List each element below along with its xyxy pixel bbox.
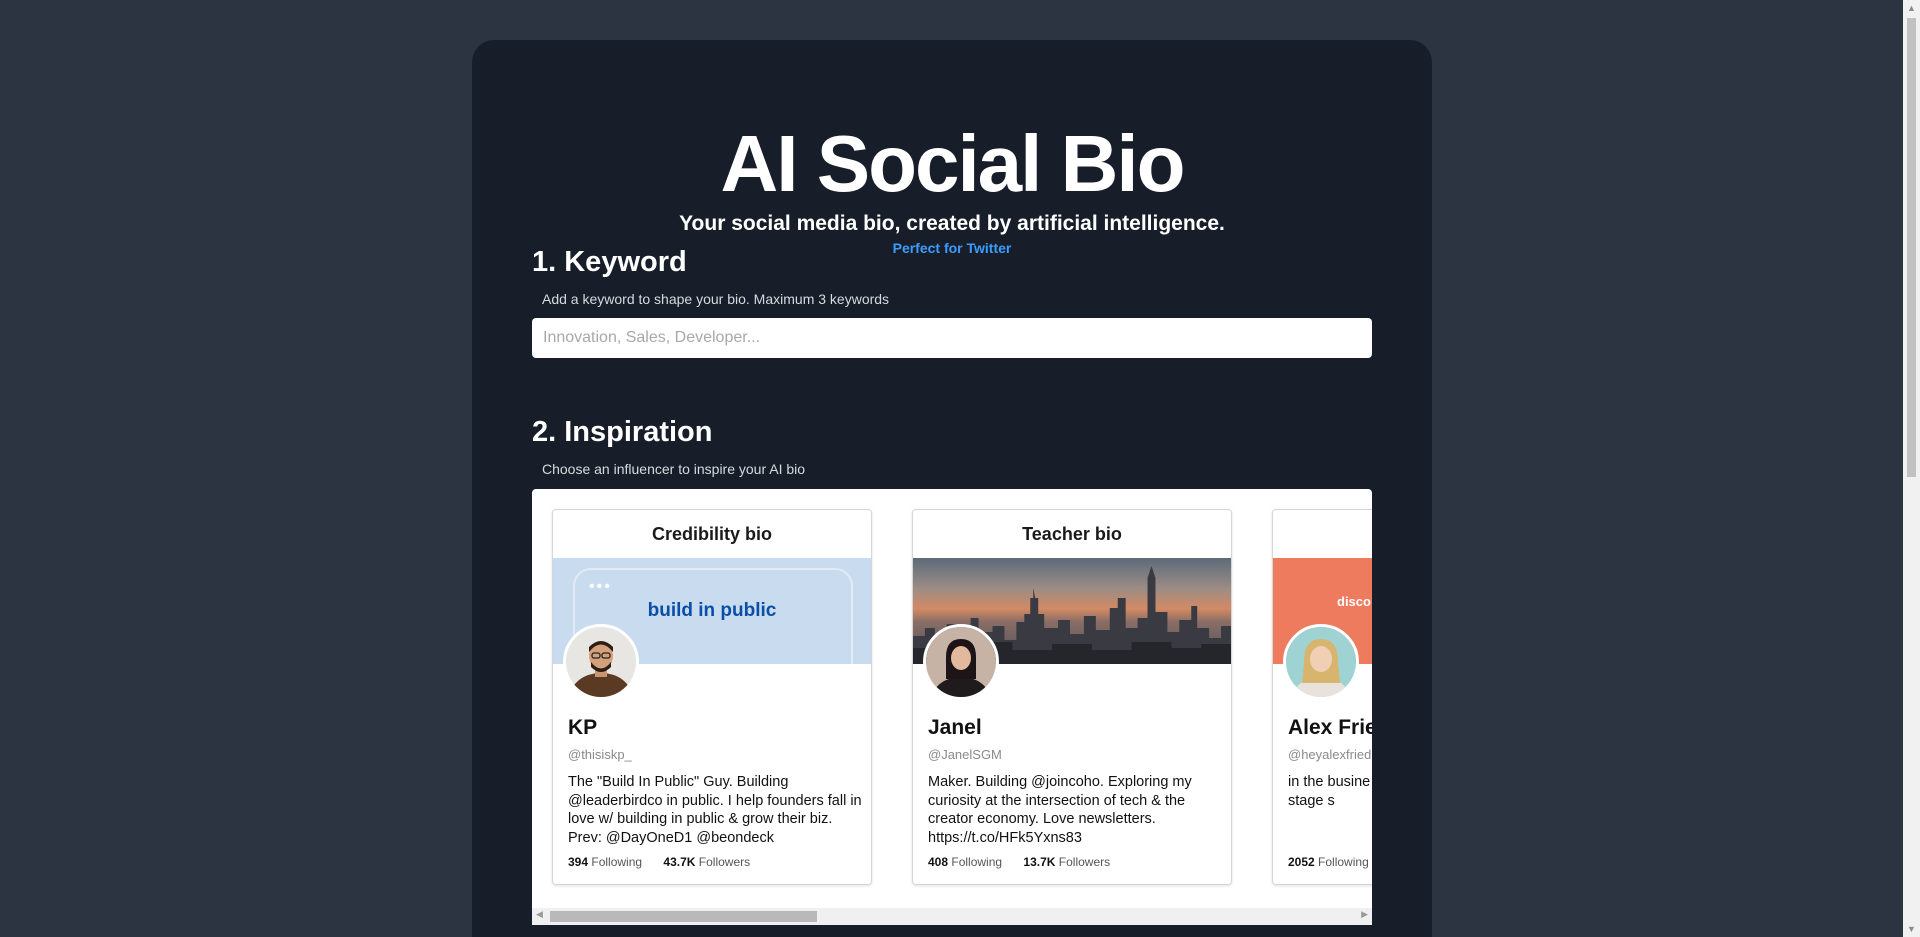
profile-handle: @thisiskp_ [568, 747, 632, 762]
influencer-card-teacher[interactable]: Teacher bio Janel @JanelSGM Maker. Build… [912, 509, 1232, 885]
influencer-carousel[interactable]: Credibility bio ••• build in public KP @… [532, 489, 1372, 925]
avatar [1283, 624, 1359, 700]
following-count: 2052 [1288, 855, 1315, 869]
profile-handle: @JanelSGM [928, 747, 1002, 762]
profile-bio: The "Build In Public" Guy. Building @lea… [568, 774, 862, 846]
profile-stats: 2052 Following [1288, 855, 1369, 869]
keyword-input[interactable] [532, 318, 1372, 358]
keyword-description: Add a keyword to shape your bio. Maximum… [542, 291, 890, 307]
scroll-down-arrow-icon[interactable]: ▼ [1907, 924, 1916, 934]
scroll-up-arrow-icon[interactable]: ▲ [1907, 3, 1916, 13]
scroll-left-arrow-icon[interactable]: ◀ [536, 909, 543, 920]
profile-stats: 394 Following 43.7K Followers [568, 855, 750, 869]
profile-bio: in the busine belonging • @Techstars ear… [1288, 774, 1372, 809]
followers-count: 13.7K [1023, 855, 1056, 869]
following-label: Following [591, 855, 643, 869]
influencer-card-partial[interactable]: E disco Alex Fried @heyalexfried in the … [1272, 509, 1372, 885]
influencer-card-credibility[interactable]: Credibility bio ••• build in public KP @… [552, 509, 872, 885]
profile-bio: Maker. Building @joincoho. Exploring my … [928, 774, 1192, 846]
card-title: E [1273, 510, 1372, 558]
avatar [923, 624, 999, 700]
following-count: 394 [568, 855, 589, 869]
banner-text: build in public [647, 600, 777, 621]
banner-text: disco [1337, 594, 1371, 609]
card-title: Credibility bio [651, 524, 772, 544]
profile-stats: 408 Following 13.7K Followers [928, 855, 1110, 869]
inspiration-description: Choose an influencer to inspire your AI … [542, 461, 806, 477]
card-title: Teacher bio [1022, 524, 1122, 544]
page-scrollbar[interactable]: ▲ ▼ [1903, 0, 1920, 937]
carousel-scrollbar[interactable]: ◀ ▶ [532, 908, 1372, 925]
profile-name: Janel [928, 716, 982, 739]
scroll-right-arrow-icon[interactable]: ▶ [1361, 909, 1368, 920]
followers-label: Followers [1058, 855, 1111, 869]
followers-label: Followers [698, 855, 751, 869]
avatar [563, 624, 639, 700]
inspiration-heading: 2. Inspiration [532, 416, 713, 448]
carousel-scroll-thumb[interactable] [550, 911, 817, 922]
following-count: 408 [928, 855, 949, 869]
profile-name: Alex Fried [1288, 716, 1372, 739]
profile-handle: @heyalexfried [1288, 747, 1372, 762]
followers-count: 43.7K [663, 855, 696, 869]
page-title: AI Social Bio [720, 119, 1186, 208]
keyword-heading: 1. Keyword [532, 246, 687, 278]
following-label: Following [951, 855, 1003, 869]
following-label: Following [1318, 855, 1369, 869]
profile-name: KP [568, 716, 598, 739]
page-subtitle: Your social media bio, created by artifi… [679, 212, 1225, 235]
page-scroll-thumb[interactable] [1907, 18, 1916, 477]
